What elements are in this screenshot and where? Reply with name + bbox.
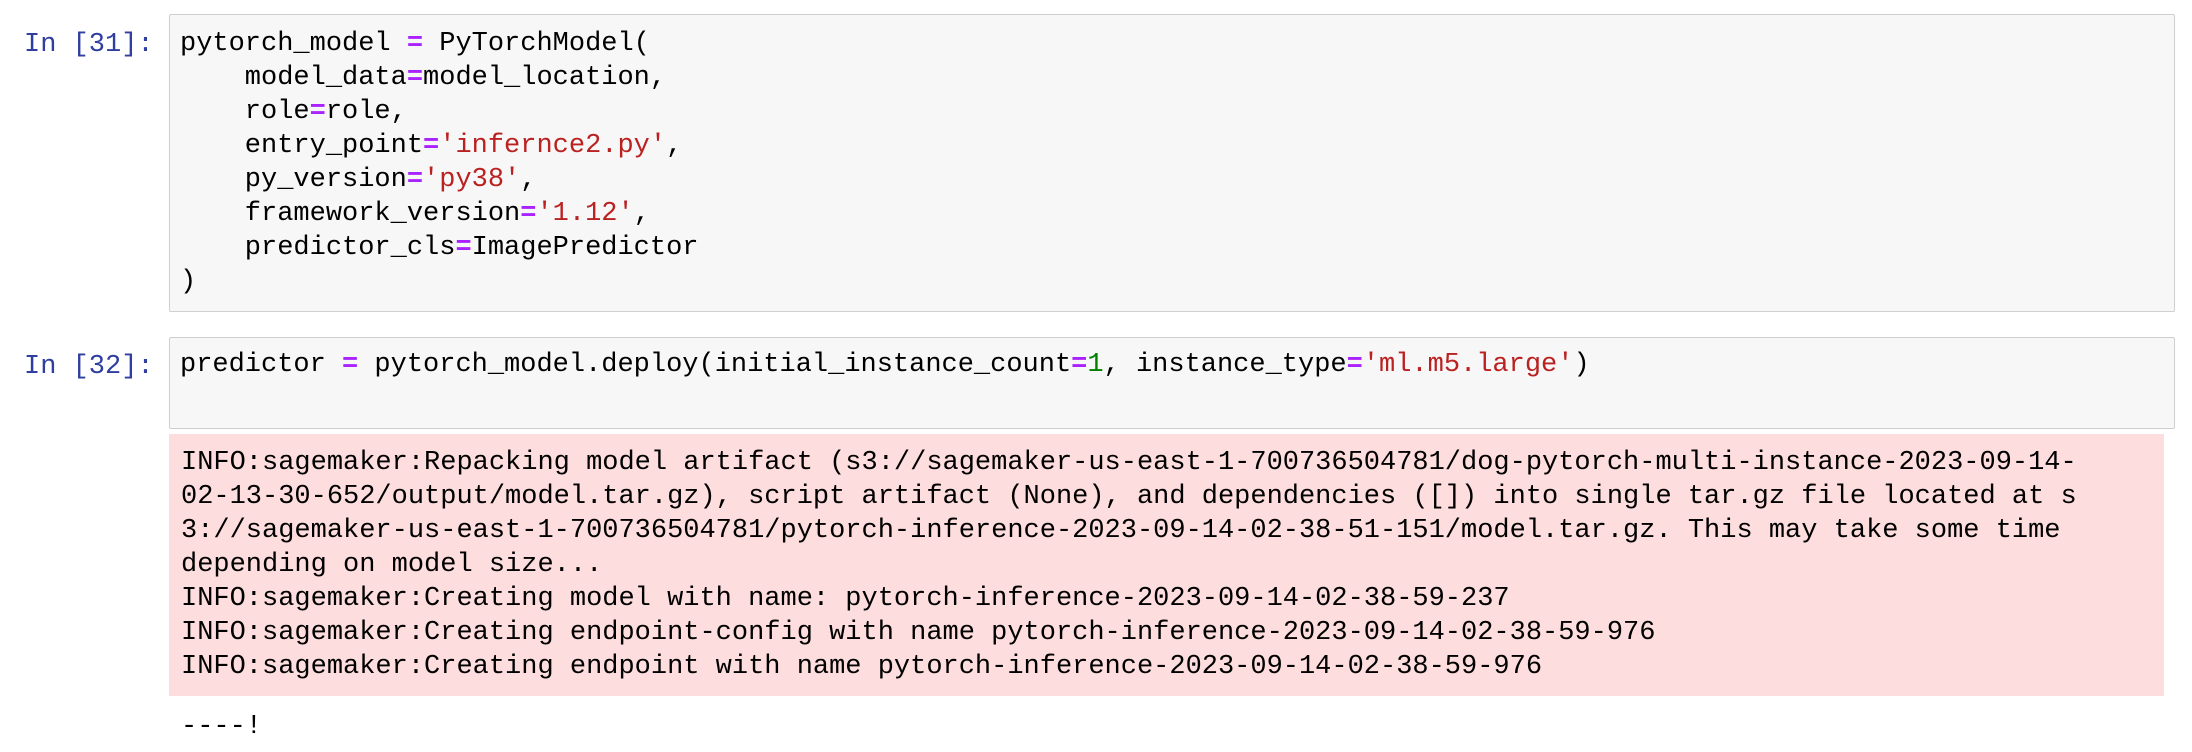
code-token: = — [406, 165, 424, 195]
code-token: role, — [325, 97, 407, 127]
code-line: predictor = pytorch_model.deploy(initial… — [180, 348, 1590, 382]
code-token: 1 — [1087, 350, 1104, 380]
code-token: 'infernce2.py' — [439, 131, 667, 161]
code-line: py_version='py38', — [180, 163, 699, 197]
code-token: pytorch_model.deploy(initial_instance_co… — [358, 350, 1072, 380]
code-token: 'ml.m5.large' — [1362, 350, 1574, 380]
code-token: ) — [180, 267, 197, 297]
code-token: , — [666, 131, 683, 161]
code-line: predictor_cls=ImagePredictor — [180, 231, 699, 265]
code-token: = — [423, 131, 440, 161]
code-token: = — [406, 29, 424, 59]
code-token: '1.12' — [536, 199, 634, 229]
stderr-line: INFO:sagemaker:Creating endpoint with na… — [181, 652, 1543, 682]
stderr-text: INFO:sagemaker:Repacking model artifact … — [181, 446, 2077, 684]
code-token: , — [633, 199, 650, 229]
stderr-line: INFO:sagemaker:Creating endpoint-config … — [181, 618, 1656, 648]
stderr-line: depending on model size... — [181, 550, 603, 580]
code-token: 'py38' — [423, 165, 521, 195]
code-token: = — [455, 233, 472, 263]
code-token: predictor_cls — [180, 233, 456, 263]
code-token: pytorch_model — [180, 29, 407, 59]
code-token: , instance_type — [1103, 350, 1347, 380]
code-token: = — [406, 63, 424, 93]
stderr-line: 02-13-30-652/output/model.tar.gz), scrip… — [181, 482, 2077, 512]
code-line: pytorch_model = PyTorchModel( — [180, 27, 699, 61]
code-editor[interactable]: predictor = pytorch_model.deploy(initial… — [180, 348, 1590, 382]
code-token: , — [520, 165, 537, 195]
stdout-text: ----! — [181, 712, 263, 742]
code-token: = — [520, 199, 537, 229]
code-token: ) — [1573, 350, 1590, 380]
code-token: model_data — [180, 63, 407, 93]
code-token: predictor — [180, 350, 343, 380]
code-line: ) — [180, 265, 699, 299]
code-token: = — [1346, 350, 1363, 380]
code-editor[interactable]: pytorch_model = PyTorchModel( model_data… — [180, 27, 699, 299]
code-token: PyTorchModel( — [423, 29, 650, 59]
code-input-area[interactable]: predictor = pytorch_model.deploy(initial… — [169, 337, 2175, 429]
code-line: role=role, — [180, 95, 699, 129]
code-cell-31[interactable]: In [31]: pytorch_model = PyTorchModel( m… — [0, 0, 2192, 320]
code-token: entry_point — [180, 131, 424, 161]
stderr-line: INFO:sagemaker:Repacking model artifact … — [181, 448, 2077, 478]
stderr-output: INFO:sagemaker:Repacking model artifact … — [169, 434, 2164, 696]
cell-prompt: In [32]: — [24, 352, 154, 382]
code-cell-32[interactable]: In [32]: predictor = pytorch_model.deplo… — [0, 332, 2192, 752]
cell-prompt: In [31]: — [24, 30, 154, 60]
code-token: = — [1071, 350, 1088, 380]
stdout-output: ----! — [169, 704, 2164, 752]
stderr-line: INFO:sagemaker:Creating model with name:… — [181, 584, 1510, 614]
code-token: model_location, — [423, 63, 667, 93]
code-token: py_version — [180, 165, 407, 195]
code-token: = — [342, 350, 359, 380]
stderr-line: 3://sagemaker-us-east-1-700736504781/pyt… — [181, 516, 2061, 546]
code-input-area[interactable]: pytorch_model = PyTorchModel( model_data… — [169, 14, 2175, 312]
code-token: ImagePredictor — [471, 233, 699, 263]
code-line: entry_point='infernce2.py', — [180, 129, 699, 163]
code-line: model_data=model_location, — [180, 61, 699, 95]
code-token: = — [309, 97, 326, 127]
code-line: framework_version='1.12', — [180, 197, 699, 231]
code-token: role — [180, 97, 310, 127]
code-token: framework_version — [180, 199, 521, 229]
